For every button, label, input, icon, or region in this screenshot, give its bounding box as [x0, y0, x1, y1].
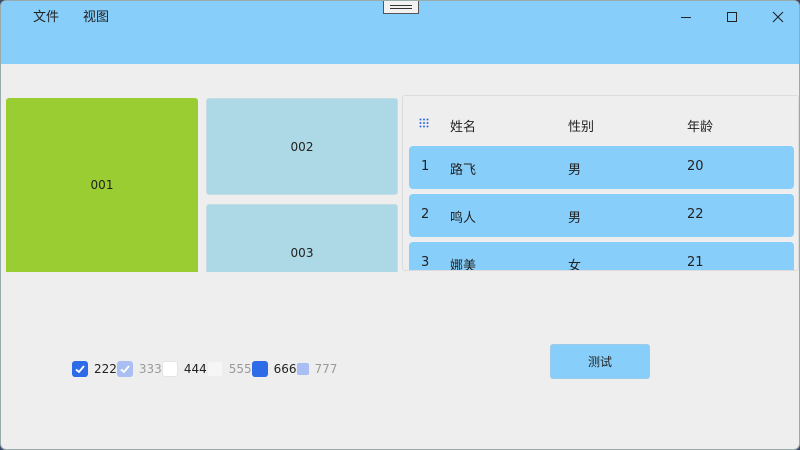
column-header-name[interactable]: 姓名 [450, 116, 476, 135]
checkbox-label: 333 [138, 362, 162, 376]
cell-gender: 男 [568, 211, 582, 226]
maximize-icon [727, 12, 737, 22]
checkbox-777: 777 [296, 362, 338, 376]
maximize-button[interactable] [709, 1, 755, 33]
checkbox-box [206, 361, 223, 377]
menu-bar: 文件 视图 [21, 9, 121, 26]
tile-001[interactable]: 001 [6, 98, 198, 272]
tile-label: 002 [290, 139, 314, 154]
row-index: 2 [421, 207, 430, 222]
test-button[interactable]: 测试 [550, 344, 650, 379]
checkbox-label: 444 [183, 362, 207, 376]
table-row[interactable]: 1 路飞 男 20 [409, 146, 794, 189]
checkbox-666[interactable]: 666 [251, 361, 297, 377]
tile-label: 003 [290, 245, 314, 260]
menu-file[interactable]: 文件 [21, 9, 71, 26]
cell-name: 娜美 [450, 259, 477, 271]
row-index: 1 [421, 159, 430, 174]
app-window: 文件 视图 001 002 003 姓名 性别 年龄 1 路飞 男 20 2 鸣… [0, 0, 800, 450]
column-header-gender[interactable]: 性别 [568, 116, 594, 135]
checkbox-444[interactable]: 444 [161, 361, 207, 377]
tile-label: 001 [90, 178, 114, 192]
cell-age: 22 [687, 207, 704, 222]
minimize-icon [681, 17, 691, 18]
checkbox-box[interactable] [161, 361, 178, 377]
minimize-button[interactable] [663, 1, 709, 33]
cell-age: 20 [687, 159, 704, 174]
checkbox-label: 666 [273, 362, 297, 376]
checkmark-icon[interactable] [72, 361, 88, 377]
checkmark-icon [116, 361, 133, 377]
checkbox-group: 222 333 444 555 666 777 [72, 360, 337, 378]
data-grid[interactable]: 姓名 性别 年龄 1 路飞 男 20 2 鸣人 男 22 3 娜美 女 21 [402, 95, 799, 271]
cell-gender: 男 [568, 163, 582, 178]
close-button[interactable] [755, 1, 799, 33]
indeterminate-icon[interactable] [251, 361, 268, 377]
close-icon [772, 11, 784, 23]
indeterminate-icon [296, 363, 309, 375]
grid-dots-icon[interactable] [419, 118, 429, 128]
checkbox-label: 222 [94, 362, 117, 376]
table-row[interactable]: 2 鸣人 男 22 [409, 194, 794, 237]
checkbox-333: 333 [116, 361, 162, 377]
checkbox-label: 777 [314, 362, 338, 376]
checkbox-label: 555 [228, 362, 252, 376]
column-header-age[interactable]: 年龄 [687, 116, 713, 135]
cell-gender: 女 [568, 259, 582, 271]
title-bar: 文件 视图 [1, 1, 799, 64]
checkbox-222[interactable]: 222 [72, 361, 117, 377]
drag-handle-icon[interactable] [383, 1, 419, 14]
cell-name: 鸣人 [450, 211, 477, 226]
grid-header: 姓名 性别 年龄 [403, 96, 798, 144]
tile-003[interactable]: 003 [206, 204, 398, 272]
cell-age: 21 [687, 255, 704, 270]
menu-view[interactable]: 视图 [71, 9, 121, 26]
cell-name: 路飞 [450, 163, 477, 178]
checkbox-555: 555 [206, 361, 252, 377]
tile-002[interactable]: 002 [206, 98, 398, 195]
table-row[interactable]: 3 娜美 女 21 [409, 242, 794, 271]
row-index: 3 [421, 255, 430, 270]
